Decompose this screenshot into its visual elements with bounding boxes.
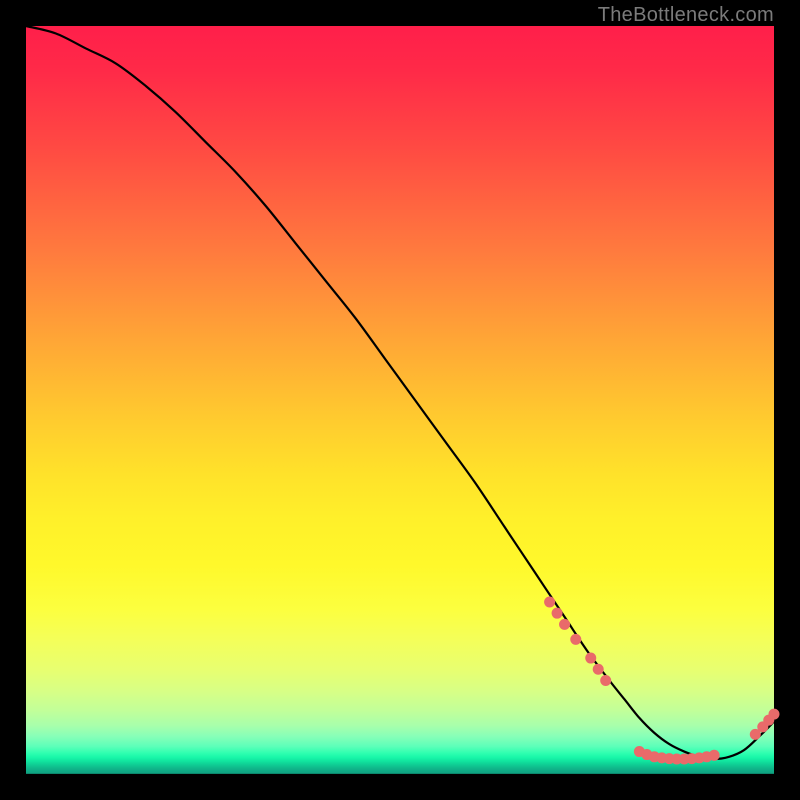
curve-layer <box>26 26 774 774</box>
data-marker <box>544 596 555 607</box>
bottleneck-curve <box>26 26 774 759</box>
plot-area <box>26 26 774 774</box>
data-marker <box>593 664 604 675</box>
watermark-text: TheBottleneck.com <box>598 4 774 27</box>
data-marker <box>552 608 563 619</box>
data-marker <box>559 619 570 630</box>
data-marker <box>600 675 611 686</box>
data-marker <box>709 750 720 761</box>
data-marker <box>570 634 581 645</box>
data-marker <box>585 653 596 664</box>
chart-stage: TheBottleneck.com <box>0 0 800 800</box>
data-marker <box>769 709 780 720</box>
